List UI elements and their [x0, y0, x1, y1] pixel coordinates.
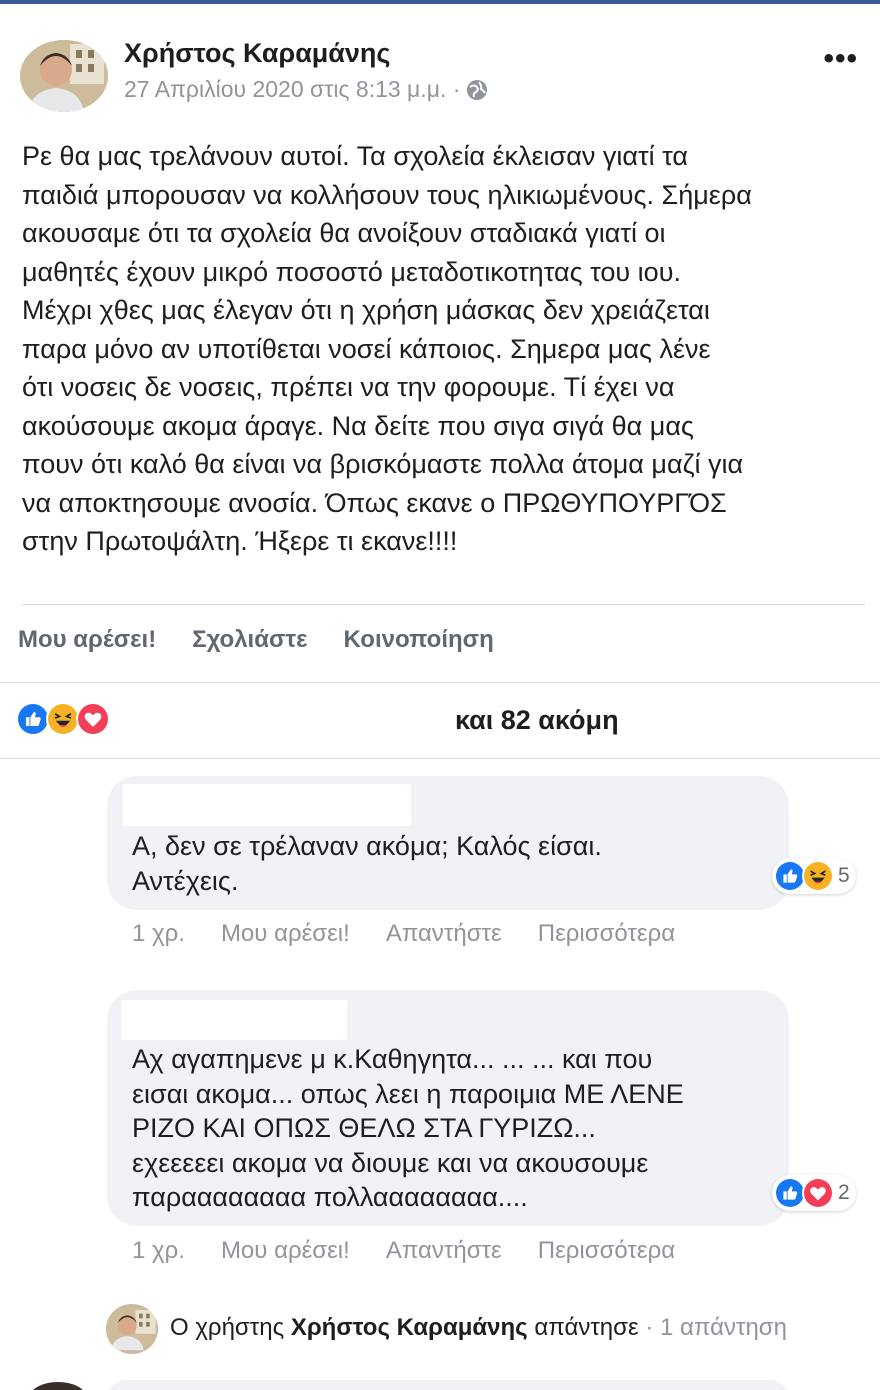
comment-like-button[interactable]: Μου αρέσει! [221, 1237, 350, 1265]
globe-icon [466, 79, 488, 101]
like-button[interactable]: Μου αρέσει! [18, 626, 156, 654]
reaction-icons[interactable] [16, 702, 110, 736]
comment-reply-button[interactable]: Απαντήστε [386, 1237, 502, 1265]
comment-action-bar: 1 χρ. Μου αρέσει! Απαντήστε Περισσότερα [132, 920, 711, 948]
post-timestamp-text: 27 Απριλίου 2020 στις 8:13 μ.μ. · [124, 76, 461, 102]
reply-author-avatar[interactable] [106, 1304, 158, 1354]
comment-reply-button[interactable]: Απαντήστε [386, 920, 502, 948]
comment-reactions[interactable]: 2 [772, 1175, 856, 1211]
reply-prefix: Ο χρήστης [170, 1314, 285, 1341]
haha-icon [802, 860, 834, 892]
comment-text: Α, δεν σε τρέλαναν ακόμα; Καλός είσαι. Α… [132, 831, 602, 896]
actions-divider [0, 682, 880, 683]
love-icon [802, 1177, 834, 1209]
reactions-divider [0, 758, 880, 759]
view-replies-link[interactable]: Ο χρήστης Χρήστος Καραμάνης απάντησε · 1… [170, 1314, 787, 1342]
next-commenter-avatar[interactable] [30, 1382, 86, 1390]
comment-button[interactable]: Σχολιάστε [192, 626, 307, 654]
post-body-text: Ρε θα μας τρελάνουν αυτοί. Τα σχολεία έκ… [22, 141, 752, 556]
top-brand-bar [0, 0, 880, 4]
comment-reaction-count: 5 [838, 864, 850, 887]
comment-action-bar: 1 χρ. Μου αρέσει! Απαντήστε Περισσότερα [132, 1237, 711, 1265]
comment-time[interactable]: 1 χρ. [132, 920, 185, 948]
comment-time[interactable]: 1 χρ. [132, 1237, 185, 1265]
reaction-count-summary[interactable]: και 82 ακόμη [455, 705, 619, 736]
haha-icon [46, 702, 80, 736]
comment-reaction-count: 2 [838, 1181, 850, 1204]
post-timestamp[interactable]: 27 Απριλίου 2020 στις 8:13 μ.μ. · [124, 76, 488, 103]
post-divider [22, 604, 865, 605]
like-icon [16, 702, 50, 736]
reply-count: · 1 απάντηση [645, 1314, 787, 1341]
comment-more-button[interactable]: Περισσότερα [538, 1237, 675, 1265]
post-action-bar: Μου αρέσει! Σχολιάστε Κοινοποίηση [18, 626, 494, 654]
reply-verb: απάντησε [534, 1314, 639, 1341]
love-icon [76, 702, 110, 736]
author-avatar[interactable] [20, 40, 108, 112]
share-button[interactable]: Κοινοποίηση [344, 626, 494, 654]
redacted-commenter-name [123, 784, 411, 826]
post-author-name[interactable]: Χρήστος Καραμάνης [124, 38, 390, 69]
redacted-commenter-name [121, 1000, 347, 1040]
comment-text: Αχ αγαπημενε μ κ.Καθηγητα... ... ... και… [132, 1044, 684, 1212]
next-comment-bubble [107, 1380, 789, 1390]
comment-like-button[interactable]: Μου αρέσει! [221, 920, 350, 948]
post-more-menu-icon[interactable]: ••• [823, 44, 858, 74]
reply-author-name: Χρήστος Καραμάνης [290, 1314, 528, 1341]
comment-more-button[interactable]: Περισσότερα [538, 920, 675, 948]
comment-reactions[interactable]: 5 [772, 858, 856, 894]
